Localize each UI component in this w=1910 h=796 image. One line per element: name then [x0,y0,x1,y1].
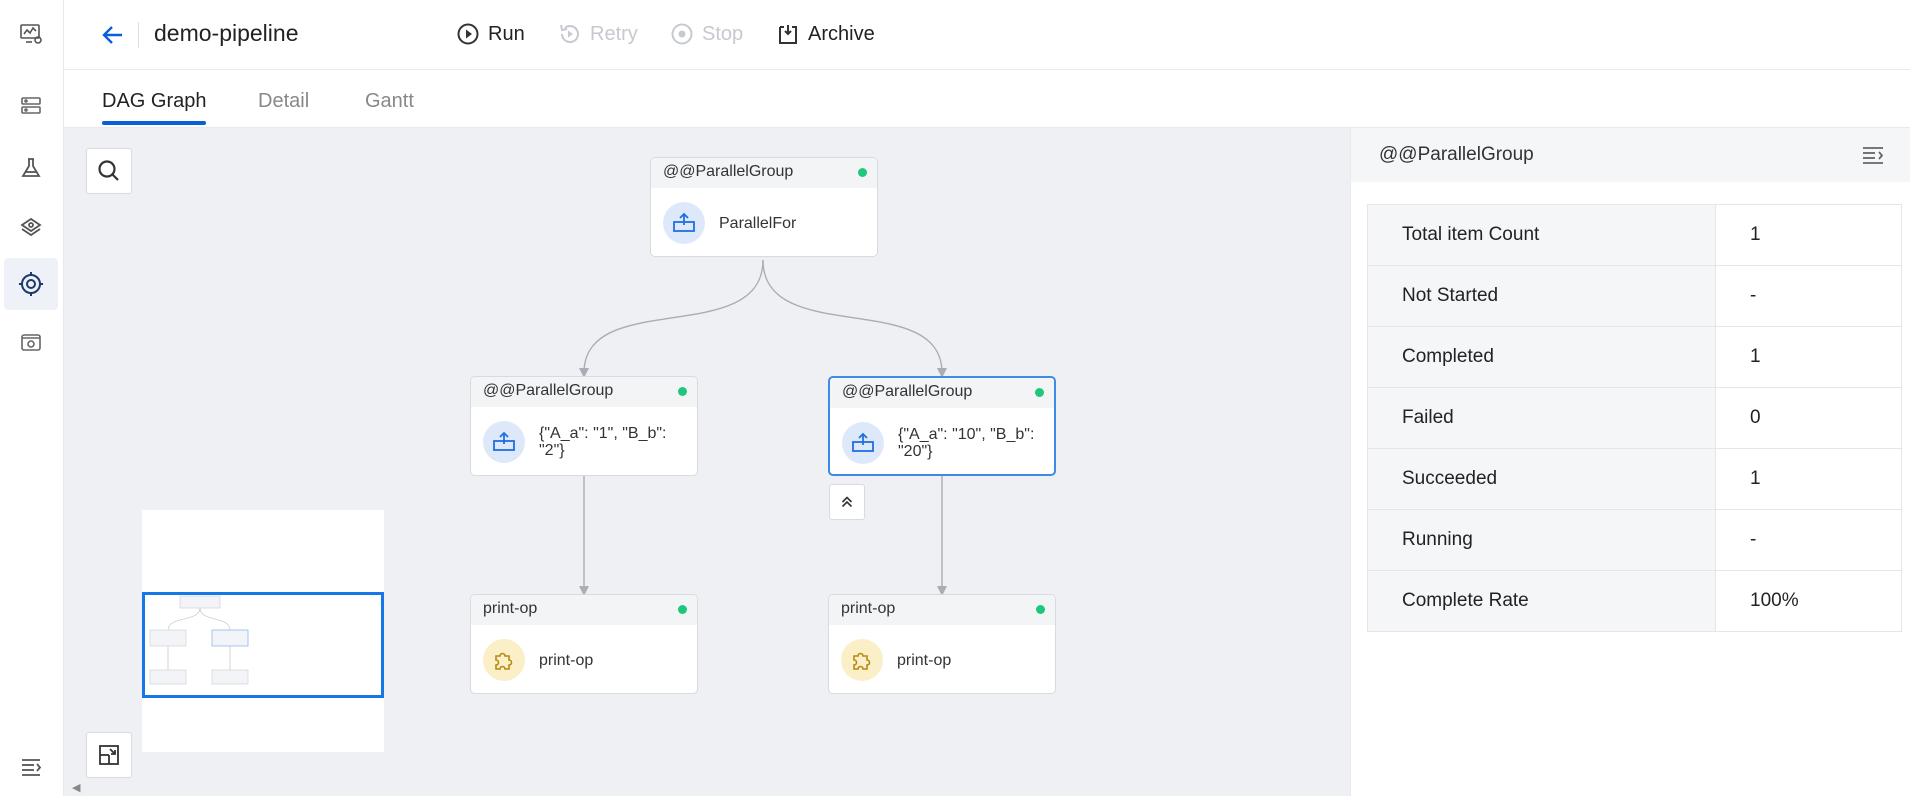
tab-gantt[interactable]: Gantt [365,90,414,125]
panel-header: @@ParallelGroup [1351,128,1910,182]
row-value: - [1715,265,1902,327]
node-title: print-op [483,600,538,617]
double-chevron-up-icon [841,496,853,508]
play-circle-icon [457,23,479,45]
retry-icon [560,24,579,43]
back-button[interactable] [100,22,126,48]
run-button[interactable]: Run [456,22,525,46]
header-divider [138,22,139,48]
table-row: Not Started - [1367,265,1902,327]
panel-collapse-icon[interactable] [1860,142,1886,168]
dag-canvas[interactable]: @@ParallelGroup ParallelFor @@ParallelGr… [64,128,1350,796]
page-title: demo-pipeline [154,20,299,46]
table-row: Complete Rate 100% [1367,570,1902,632]
panel-title: @@ParallelGroup [1379,144,1534,165]
view-tabs: DAG Graph Detail Gantt [64,70,1910,128]
page-header: demo-pipeline Run Retry Stop Archive [64,0,1910,70]
nav-collapse-menu-icon[interactable] [4,740,58,792]
node-title: @@ParallelGroup [663,163,794,180]
row-value: - [1715,509,1902,571]
tab-dag-graph[interactable]: DAG Graph [102,90,207,125]
node-label: print-op [539,651,594,669]
node-label: {"A_a": "10", "B_b": "20"} [898,426,1035,460]
dag-node-root[interactable]: @@ParallelGroup ParallelFor [650,157,878,257]
retry-button[interactable]: Retry [558,22,638,46]
parallel-for-icon [842,422,884,464]
table-row: Total item Count 1 [1367,204,1902,266]
dag-node-left-print[interactable]: print-op print-op [470,594,698,694]
stop-label: Stop [702,22,744,45]
row-key: Failed [1367,387,1716,449]
horizontal-scroll-left-icon[interactable]: ◀ [72,781,80,794]
nav-model-icon[interactable] [4,200,58,252]
dag-node-right-group[interactable]: @@ParallelGroup {"A_a": "10", "B_b": "20… [828,376,1056,476]
dag-minimap[interactable] [142,510,384,752]
status-dot [678,605,687,614]
node-label: {"A_a": "1", "B_b": "2"} [539,425,667,459]
row-value: 1 [1715,448,1902,510]
row-value: 100% [1715,570,1902,632]
node-label: ParallelFor [719,214,797,232]
status-summary-table: Total item Count 1 Not Started - Completed… [1367,204,1902,632]
dag-node-left-group[interactable]: @@ParallelGroup {"A_a": "1", "B_b": "2"} [470,376,698,476]
node-title: print-op [841,600,896,617]
run-label: Run [488,22,525,45]
arrow-left-icon [102,26,122,44]
table-row: Running - [1367,509,1902,571]
retry-label: Retry [590,22,638,45]
row-key: Not Started [1367,265,1716,327]
archive-label: Archive [808,22,875,45]
tab-detail[interactable]: Detail [258,90,309,125]
archive-icon [779,25,797,44]
table-row: Succeeded 1 [1367,448,1902,510]
row-value: 0 [1715,387,1902,449]
status-dot [1035,388,1044,397]
dag-node-right-print[interactable]: print-op print-op [828,594,1056,694]
status-dot [678,387,687,396]
minimap-viewport[interactable] [142,592,384,698]
puzzle-icon [483,639,525,681]
row-value: 1 [1715,326,1902,388]
node-title: @@ParallelGroup [842,383,973,400]
parallel-for-icon [663,202,705,244]
row-key: Complete Rate [1367,570,1716,632]
nav-monitor-icon[interactable] [4,8,58,60]
nav-experiment-flask-icon[interactable] [4,142,58,194]
nav-data-icon[interactable] [4,80,58,132]
table-row: Completed 1 [1367,326,1902,388]
node-title: @@ParallelGroup [483,382,614,399]
row-key: Completed [1367,326,1716,388]
table-row: Failed 0 [1367,387,1902,449]
minimap-toggle-icon [99,745,119,765]
row-key: Total item Count [1367,204,1716,266]
row-key: Running [1367,509,1716,571]
stop-circle-icon [671,23,693,45]
stop-button[interactable]: Stop [670,22,743,46]
status-dot [1036,605,1045,614]
nav-pipeline-icon[interactable] [4,258,58,310]
edge-root-right [762,259,947,378]
archive-button[interactable]: Archive [776,22,875,46]
fit-view-button[interactable] [86,732,132,778]
nav-storage-icon[interactable] [4,316,58,368]
row-value: 1 [1715,204,1902,266]
collapse-group-button[interactable] [829,484,865,520]
parallel-for-icon [483,421,525,463]
node-label: print-op [897,651,952,669]
status-dot [858,168,867,177]
node-detail-panel: @@ParallelGroup Total item Count 1 Not St… [1350,128,1910,796]
left-nav-rail [0,0,64,796]
puzzle-icon [841,639,883,681]
row-key: Succeeded [1367,448,1716,510]
edge-root-left [579,259,764,378]
